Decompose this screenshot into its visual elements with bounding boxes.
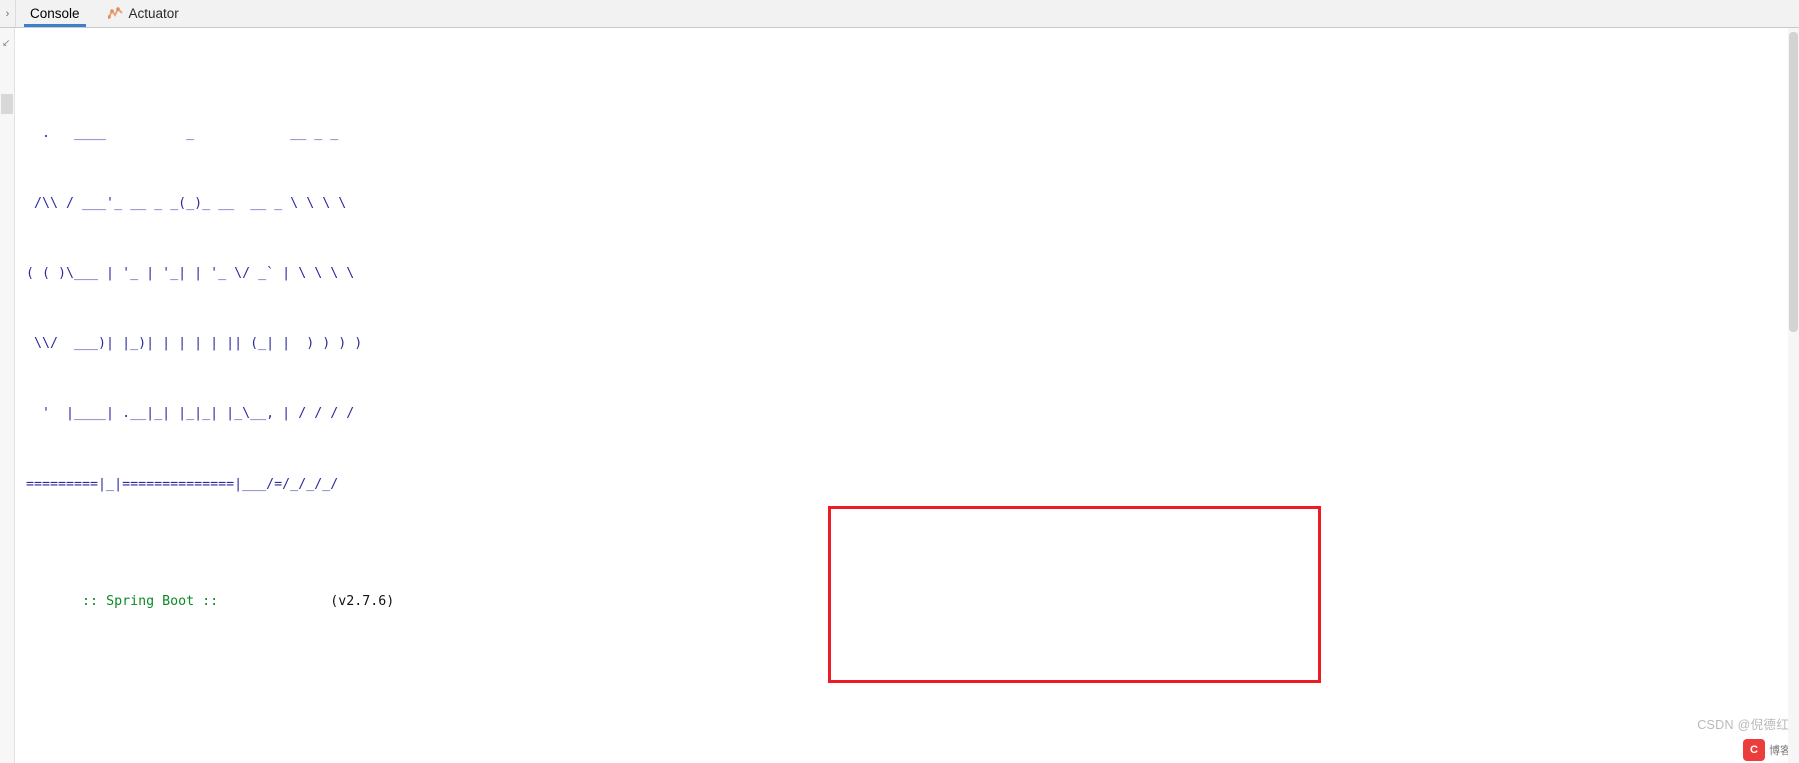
- tab-bar: › Console Actuator: [0, 0, 1799, 28]
- tab-console[interactable]: Console: [16, 0, 94, 27]
- spring-boot-version-line: :: Spring Boot :: (v2.7.6): [18, 566, 1799, 609]
- actuator-chart-icon: [107, 7, 123, 20]
- spring-boot-label: :: Spring Boot ::: [82, 593, 219, 609]
- tab-actuator-label: Actuator: [128, 6, 179, 21]
- spring-boot-version: (v2.7.6): [330, 593, 395, 609]
- console-output-panel[interactable]: ↙ . ____ _ __ _ _ /\\ / ___'_ __ _ _(_)_…: [0, 28, 1799, 763]
- console-gutter: ↙: [0, 28, 15, 763]
- log-text: . ____ _ __ _ _ /\\ / ___'_ __ _ _(_)_ _…: [18, 28, 1799, 763]
- banner-line: \\/ ___)| |_)| | | | | || (_| | ) ) ) ): [18, 336, 363, 352]
- banner-line: =========|_|==============|___/=/_/_/_/: [18, 476, 339, 492]
- fold-arrow-icon[interactable]: ↙: [2, 38, 10, 49]
- watermark-text: CSDN @倪德红: [1697, 718, 1789, 732]
- tab-console-label: Console: [30, 6, 80, 21]
- banner-line: . ____ _ __ _ _: [18, 125, 339, 141]
- idea-console-window: › Console Actuator ↙ . ____ _ __ _ _ /\\…: [0, 0, 1799, 763]
- tool-window-collapse-icon[interactable]: ›: [0, 0, 16, 27]
- scrollbar-thumb[interactable]: [1789, 32, 1798, 332]
- banner-line: ( ( )\___ | '_ | '_| | '_ \/ _` | \ \ \ …: [18, 266, 355, 282]
- csdn-logo-icon: C: [1743, 739, 1765, 761]
- banner-line: ' |____| .__|_| |_|_| |_\__, | / / / /: [18, 406, 355, 422]
- console-vertical-scrollbar[interactable]: [1788, 28, 1799, 763]
- gutter-marker: [1, 94, 13, 114]
- banner-line: /\\ / ___'_ __ _ _(_)_ __ __ _ \ \ \ \: [18, 195, 347, 211]
- tab-actuator[interactable]: Actuator: [94, 0, 193, 27]
- watermark-badge: C 博客: [1743, 739, 1791, 761]
